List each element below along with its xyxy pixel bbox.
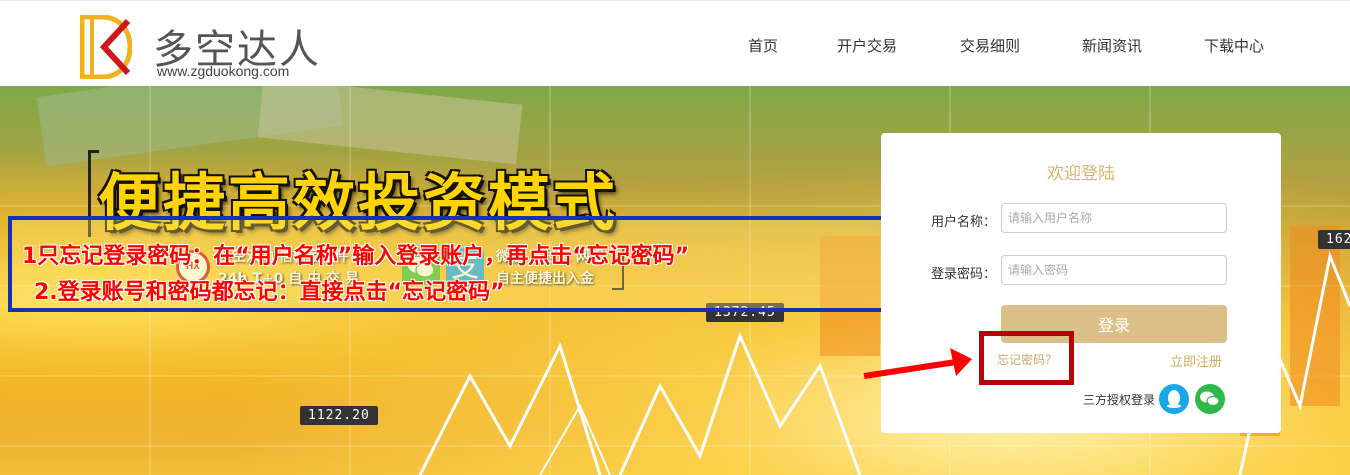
login-title: 欢迎登陆 xyxy=(1047,164,1115,184)
nav-item-home[interactable]: 首页 xyxy=(748,35,778,56)
nav-item-trading-rules[interactable]: 交易细则 xyxy=(960,35,1020,56)
site-header: 多空达人 www.zgduokong.com 首页 开户交易 交易细则 新闻资讯… xyxy=(0,0,1350,86)
wechat-icon xyxy=(1200,391,1220,407)
brand-url: www.zgduokong.com xyxy=(157,63,290,79)
main-nav: 首页 开户交易 交易细则 新闻资讯 下载中心 xyxy=(0,35,1350,59)
forgot-password-highlight xyxy=(979,331,1074,385)
nav-item-open-account[interactable]: 开户交易 xyxy=(837,35,897,56)
qq-login-button[interactable] xyxy=(1159,384,1189,414)
password-input[interactable] xyxy=(1001,255,1227,285)
username-label: 用户名称： xyxy=(931,215,997,230)
instruction-line-2: 2.登录账号和密码都忘记：直接点击“忘记密码” xyxy=(34,280,505,305)
password-label: 登录密码： xyxy=(931,267,997,282)
wechat-login-button[interactable] xyxy=(1195,384,1225,414)
register-link[interactable]: 立即注册 xyxy=(1170,351,1222,370)
price-ticker: 162 xyxy=(1318,230,1350,249)
pointer-arrow-icon xyxy=(863,348,972,379)
instruction-annotation-box: 1只忘记登录密码：在“用户名称”输入登录账户，再点击“忘记密码” 2.登录账号和… xyxy=(8,216,922,312)
nav-item-news[interactable]: 新闻资讯 xyxy=(1082,35,1142,56)
username-input[interactable] xyxy=(1001,203,1227,233)
login-panel: 欢迎登陆 用户名称： 登录密码： 登录 忘记密码？ 立即注册 三方授权登录 xyxy=(881,133,1281,433)
oauth-label: 三方授权登录 xyxy=(1083,393,1156,407)
qq-icon xyxy=(1167,390,1181,408)
nav-item-download[interactable]: 下载中心 xyxy=(1204,35,1264,56)
price-ticker: 1122.20 xyxy=(300,406,378,425)
instruction-line-1: 1只忘记登录密码：在“用户名称”输入登录账户，再点击“忘记密码” xyxy=(22,244,690,269)
